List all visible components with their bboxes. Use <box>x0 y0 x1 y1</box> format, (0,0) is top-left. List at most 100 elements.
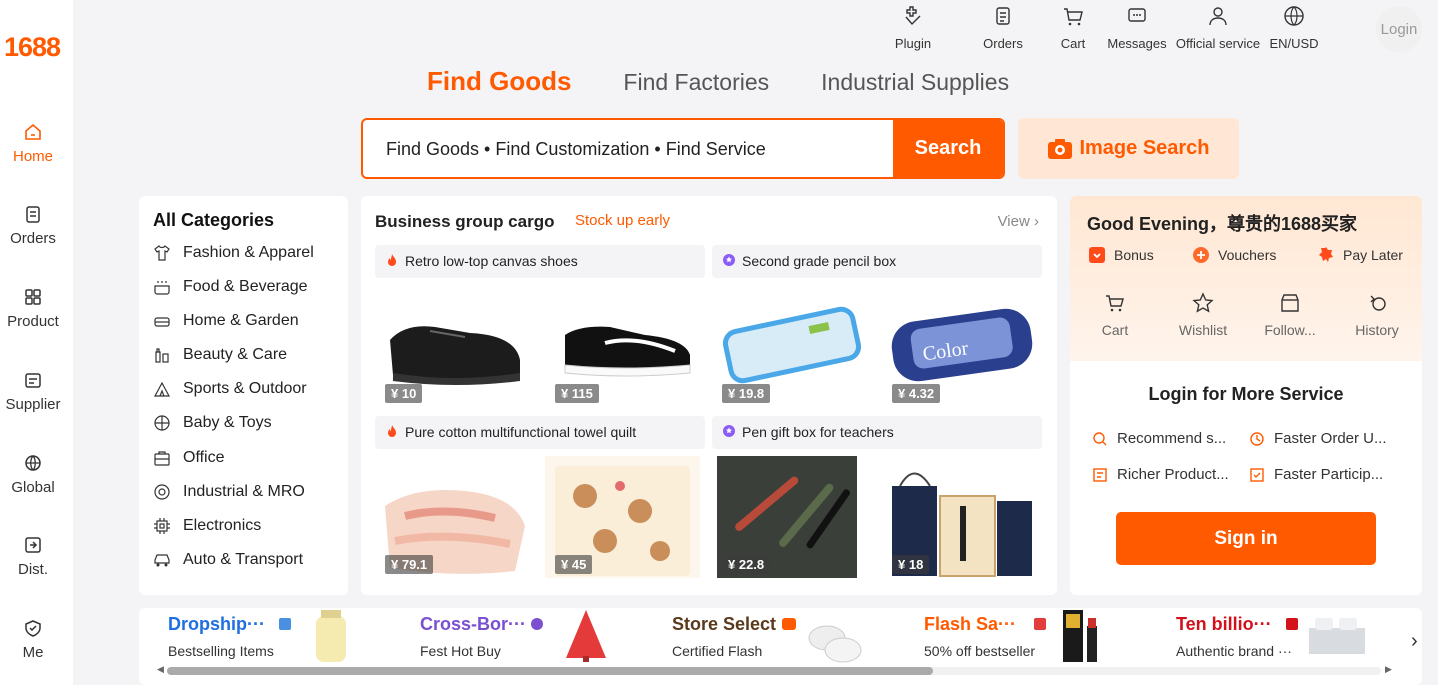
product-group-card[interactable]: Pure cotton multifunctional towel quilt … <box>375 416 705 581</box>
topnav-orders[interactable]: Orders <box>958 4 1048 54</box>
logo[interactable]: 1688 <box>4 32 61 63</box>
product-image[interactable]: ¥ 45 <box>545 456 700 578</box>
gear-icon <box>154 484 170 500</box>
service-item: Richer Product... <box>1092 466 1229 483</box>
promo-subtitle: Authentic brand ··· <box>1176 643 1292 659</box>
drink-bottle-image <box>316 610 346 662</box>
tab-industrial-supplies[interactable]: Industrial Supplies <box>821 69 1009 97</box>
globe-icon <box>1284 6 1304 26</box>
category-item[interactable]: Office <box>153 449 225 467</box>
sign-in-button[interactable]: Sign in <box>1116 512 1376 565</box>
sidebar-item-global[interactable]: Global <box>0 453 66 496</box>
section-subtitle: Stock up early <box>575 212 671 229</box>
tab-find-factories[interactable]: Find Factories <box>623 69 769 97</box>
service-icon <box>1209 7 1227 26</box>
scroll-left-arrow[interactable]: ◀ <box>157 664 164 675</box>
promo-ten-billion[interactable]: Ten billio··· Authentic brand ··· <box>1176 614 1292 659</box>
product-price: ¥ 79.1 <box>385 555 434 574</box>
history-icon <box>1370 295 1386 311</box>
orders-icon <box>996 7 1010 25</box>
category-item[interactable]: Food & Beverage <box>153 278 308 296</box>
product-image[interactable]: ¥ 79.1 <box>375 456 530 578</box>
promo-dropship[interactable]: Dropship··· Bestselling Items <box>168 614 274 659</box>
product-image[interactable]: ¥ 22.8 <box>712 456 867 578</box>
scroll-right-arrow[interactable]: ▶ <box>1385 664 1392 675</box>
service-label: Recommend s... <box>1117 430 1227 447</box>
scroll-next-button[interactable]: › <box>1411 630 1418 653</box>
product-group-card[interactable]: Retro low-top canvas shoes ¥ 10 ¥ 115 <box>375 245 705 410</box>
sidebar-item-supplier[interactable]: Supplier <box>0 370 66 413</box>
product-image[interactable]: ¥ 10 <box>375 285 530 407</box>
distribution-icon <box>25 537 41 553</box>
sidebar-item-me[interactable]: Me <box>0 618 66 661</box>
quick-follow[interactable]: Follow... <box>1255 292 1325 338</box>
product-image[interactable]: Color ¥ 4.32 <box>882 285 1037 407</box>
category-item[interactable]: Baby & Toys <box>153 414 272 432</box>
category-item[interactable]: Home & Garden <box>153 312 299 330</box>
search-input[interactable]: Find Goods • Find Customization • Find S… <box>361 118 1005 179</box>
login-button[interactable]: Login <box>1376 6 1422 52</box>
card-title: Second grade pencil box <box>742 253 897 269</box>
view-link[interactable]: View › <box>998 213 1039 230</box>
topnav-cart[interactable]: Cart <box>1048 4 1098 54</box>
topnav-plugin[interactable]: Plugin <box>888 4 938 54</box>
category-item[interactable]: Electronics <box>153 517 261 535</box>
quick-wishlist[interactable]: Wishlist <box>1168 292 1238 338</box>
product-image[interactable]: ¥ 18 <box>882 456 1037 578</box>
category-item[interactable]: Sports & Outdoor <box>153 380 307 398</box>
perk-label: Pay Later <box>1343 247 1403 263</box>
product-group-card[interactable]: Second grade pencil box ¥ 19.8 Color ¥ 4… <box>712 245 1042 410</box>
horizontal-scrollbar[interactable] <box>167 667 1381 675</box>
product-group-card[interactable]: Pen gift box for teachers ¥ 22.8 ¥ 18 <box>712 416 1042 581</box>
perk-vouchers[interactable]: Vouchers <box>1192 246 1276 264</box>
search-button[interactable]: Search <box>893 120 1003 177</box>
category-item[interactable]: Fashion & Apparel <box>153 244 314 262</box>
user-panel: Good Evening，尊贵的1688买家 Bonus Vouchers Pa… <box>1070 196 1422 595</box>
search-tabs: Find Goods Find Factories Industrial Sup… <box>427 66 1061 97</box>
promo-title: Store Select <box>672 614 777 634</box>
fire-icon <box>388 425 396 437</box>
category-item[interactable]: Beauty & Care <box>153 346 287 364</box>
sidebar-item-product[interactable]: Product <box>0 287 66 330</box>
category-item[interactable]: Auto & Transport <box>153 551 303 569</box>
perk-pay-later[interactable]: Pay Later <box>1317 246 1403 264</box>
category-label: Baby & Toys <box>183 414 272 431</box>
login-title: Login for More Service <box>1148 384 1344 404</box>
sidebar-item-label: Home <box>12 148 53 165</box>
sidebar-item-label: Me <box>22 644 44 661</box>
quick-cart[interactable]: Cart <box>1080 292 1150 338</box>
image-search-button[interactable]: Image Search <box>1018 118 1239 179</box>
service-label: Faster Order U... <box>1274 430 1387 447</box>
messages-icon <box>1128 8 1146 22</box>
perk-bonus[interactable]: Bonus <box>1088 246 1154 264</box>
briefcase-icon <box>154 451 170 466</box>
product-price: ¥ 10 <box>385 384 423 403</box>
left-sidebar: 1688 Home Orders Product Supplier Global… <box>0 0 73 685</box>
sidebar-item-label: Product <box>7 313 59 330</box>
globe-icon <box>25 455 41 471</box>
topnav-label: Official service <box>1175 36 1261 51</box>
promo-subtitle: Certified Flash <box>672 643 763 659</box>
scrollbar-thumb[interactable] <box>167 667 933 675</box>
product-image[interactable]: ¥ 115 <box>545 285 700 407</box>
category-item[interactable]: Industrial & MRO <box>153 483 305 501</box>
tab-find-goods[interactable]: Find Goods <box>427 66 571 97</box>
topnav-language[interactable]: EN/USD <box>1266 4 1322 54</box>
sofa-icon <box>154 317 170 327</box>
product-image[interactable]: ¥ 19.8 <box>712 285 867 407</box>
product-price: ¥ 115 <box>555 384 599 403</box>
topnav-official-service[interactable]: Official service <box>1170 4 1266 54</box>
plugin-icon <box>905 6 921 26</box>
star-badge-icon <box>723 425 735 437</box>
promo-store-select[interactable]: Store Select Certified Flash <box>672 614 776 659</box>
topnav-messages[interactable]: Messages <box>1104 4 1170 54</box>
sidebar-item-dist[interactable]: Dist. <box>0 535 66 578</box>
sidebar-item-label: Global <box>11 479 55 496</box>
promo-cross-border[interactable]: Cross-Bor··· Fest Hot Buy <box>420 614 526 659</box>
promo-flash-sale[interactable]: Flash Sa··· 50% off bestseller <box>924 614 1035 659</box>
topnav-label: Orders <box>983 36 1023 51</box>
quick-history[interactable]: History <box>1342 292 1412 338</box>
product-price: ¥ 22.8 <box>722 555 771 574</box>
sidebar-item-orders[interactable]: Orders <box>0 204 66 247</box>
sidebar-item-home[interactable]: Home <box>0 122 66 165</box>
